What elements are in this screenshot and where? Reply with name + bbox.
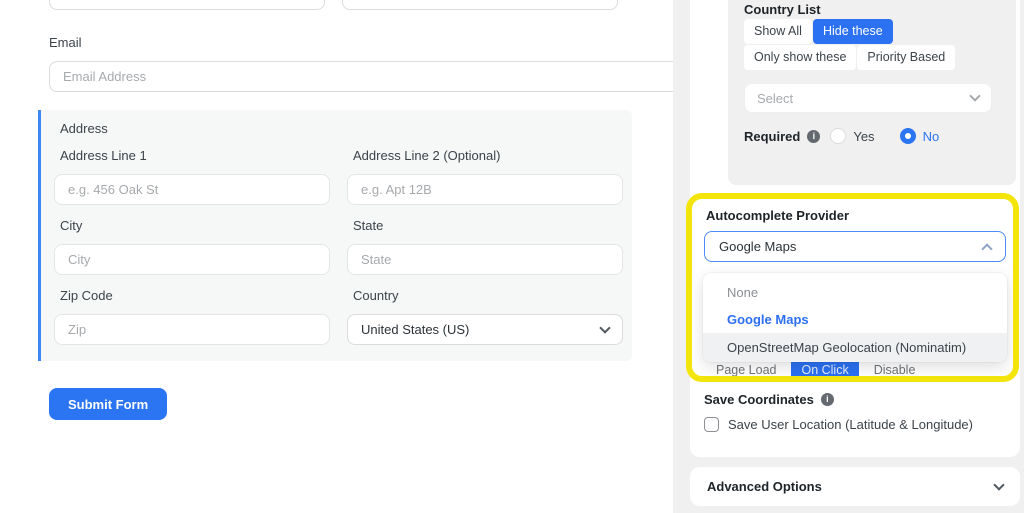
address-section-label: Address [60,121,108,136]
city-label: City [60,218,83,233]
mode-priority-based-button[interactable]: Priority Based [857,45,956,70]
autocomplete-provider-value: Google Maps [719,239,797,254]
country-list-mode-group: Show All Hide these Only show these Prio… [744,19,980,71]
email-input[interactable] [49,61,722,92]
country-list-label: Country List [744,2,821,17]
advanced-options-label: Advanced Options [707,479,822,494]
autocomplete-provider-select[interactable]: Google Maps [704,231,1006,262]
save-user-location-label[interactable]: Save User Location (Latitude & Longitude… [728,417,973,432]
country-select[interactable]: United States (US) [347,314,623,345]
form-builder-screen: Email Address Address Line 1 Address Lin… [0,0,1024,513]
country-label: Country [353,288,399,303]
mode-only-show-these-button[interactable]: Only show these [744,45,857,70]
info-icon[interactable]: i [807,129,821,143]
required-no-radio[interactable] [899,128,916,144]
chevron-down-icon [969,90,981,102]
chevron-up-icon [981,242,993,255]
mode-hide-these-button[interactable]: Hide these [812,19,893,44]
address-line1-label: Address Line 1 [60,148,147,163]
chevron-down-icon [993,478,1005,491]
address-line1-input[interactable] [54,174,330,205]
partial-input-right[interactable] [342,0,618,10]
form-preview-panel: Email Address Address Line 1 Address Lin… [0,0,722,513]
advanced-options-accordion[interactable]: Advanced Options [690,467,1020,506]
save-user-location-checkbox[interactable] [704,417,719,432]
required-no-label[interactable]: No [923,129,940,144]
chevron-down-icon [599,321,611,334]
submit-form-button[interactable]: Submit Form [49,388,168,420]
state-label: State [353,218,384,233]
country-list-section: Country List Show All Hide these Only sh… [728,0,1016,185]
save-user-location-row: Save User Location (Latitude & Longitude… [704,417,973,432]
address-line2-label: Address Line 2 (Optional) [353,148,501,163]
partial-input-left[interactable] [49,0,325,10]
save-coordinates-label: Save Coordinates [704,392,814,407]
menu-option-google-maps[interactable]: Google Maps [703,306,1007,333]
email-label: Email [49,35,82,50]
countries-select[interactable]: Select [744,83,992,113]
state-input[interactable] [347,244,623,275]
mode-show-all-button[interactable]: Show All [744,19,812,44]
required-yes-radio[interactable] [830,128,847,144]
field-settings-card: Country List Show All Hide these Only sh… [690,0,1020,457]
info-icon[interactable]: i [820,393,834,406]
required-label: Required [744,128,801,144]
required-setting-row: Required i Yes No [744,128,939,144]
autocomplete-provider-label: Autocomplete Provider [706,208,850,223]
menu-option-openstreetmap[interactable]: OpenStreetMap Geolocation (Nominatim) [703,333,1007,362]
required-yes-label[interactable]: Yes [853,129,874,144]
zip-input[interactable] [54,314,330,345]
countries-select-placeholder: Select [757,90,794,106]
autocomplete-provider-menu: None Google Maps OpenStreetMap Geolocati… [703,273,1007,362]
save-coordinates-row: Save Coordinates i [704,392,834,407]
address-fieldset[interactable]: Address Address Line 1 Address Line 2 (O… [38,110,632,361]
menu-option-none[interactable]: None [703,279,1007,306]
country-select-value: United States (US) [361,322,470,337]
zip-label: Zip Code [60,288,113,303]
city-input[interactable] [54,244,330,275]
address-line2-input[interactable] [347,174,623,205]
